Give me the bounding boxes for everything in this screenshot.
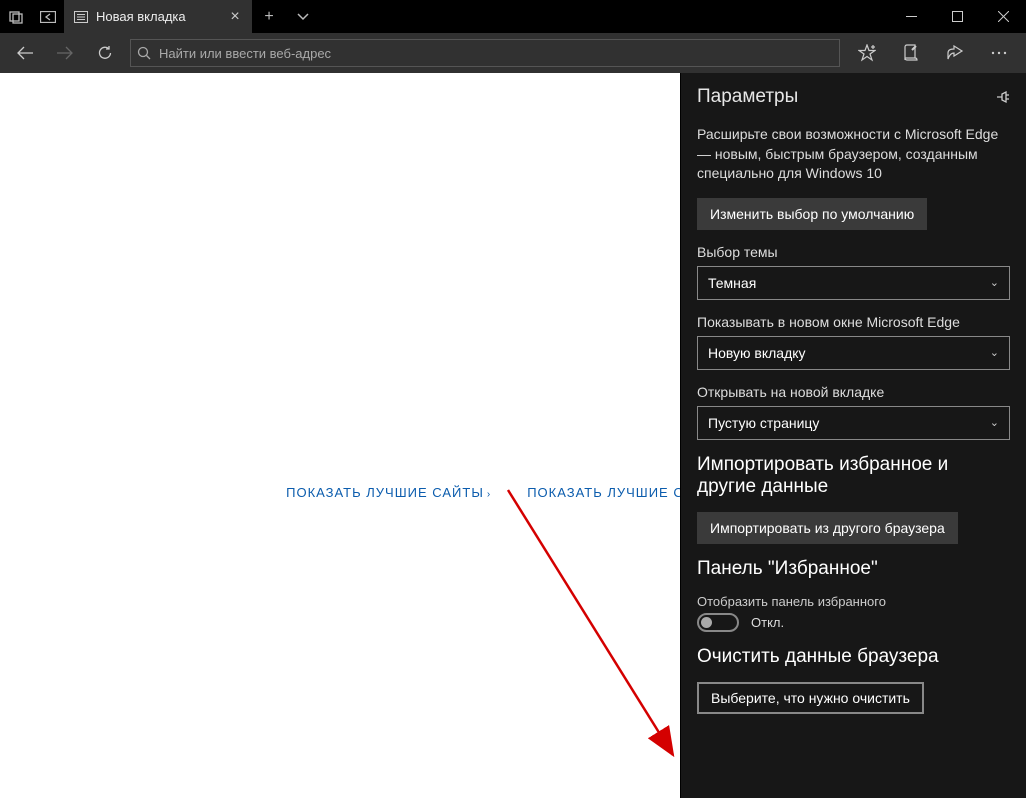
page-icon [74, 11, 88, 23]
change-default-button[interactable]: Изменить выбор по умолчанию [697, 198, 927, 230]
pin-icon[interactable] [996, 90, 1010, 104]
toolbar: Найти или ввести веб-адрес [0, 33, 1026, 73]
new-tab-value: Пустую страницу [708, 415, 819, 431]
chevron-down-icon: ⌄ [990, 416, 999, 429]
virtual-desktop-icon[interactable] [32, 0, 64, 33]
title-bar: Новая вкладка × + [0, 0, 1026, 33]
favorites-toggle-label: Отобразить панель избранного [697, 594, 1010, 609]
chevron-down-icon: ⌄ [990, 276, 999, 289]
more-icon[interactable] [978, 33, 1020, 73]
theme-select[interactable]: Темная ⌄ [697, 266, 1010, 300]
address-bar[interactable]: Найти или ввести веб-адрес [130, 39, 840, 67]
new-tab-select[interactable]: Пустую страницу ⌄ [697, 406, 1010, 440]
task-view-icon[interactable] [0, 0, 32, 33]
favorites-toggle-state: Откл. [751, 615, 784, 630]
refresh-button[interactable] [86, 33, 124, 73]
tab-title: Новая вкладка [96, 9, 186, 24]
promo-text: Расширьте свои возможности с Microsoft E… [697, 125, 1010, 184]
theme-label: Выбор темы [697, 244, 1010, 260]
forward-button[interactable] [46, 33, 84, 73]
panel-title: Параметры [697, 86, 798, 108]
address-placeholder: Найти или ввести веб-адрес [159, 46, 331, 61]
browser-tab[interactable]: Новая вкладка × [64, 0, 252, 33]
clear-data-button[interactable]: Выберите, что нужно очистить [697, 682, 924, 714]
show-top-sites-link[interactable]: ПОКАЗАТЬ ЛУЧШИЕ САЙТЫ› [280, 481, 497, 504]
theme-value: Темная [708, 275, 756, 291]
minimize-button[interactable] [888, 0, 934, 33]
settings-panel: Параметры Расширьте свои возможности с M… [680, 73, 1026, 798]
tab-preview-icon[interactable] [286, 0, 320, 33]
back-button[interactable] [6, 33, 44, 73]
favorites-toggle[interactable] [697, 613, 739, 632]
new-window-value: Новую вкладку [708, 345, 806, 361]
favorites-icon[interactable] [846, 33, 888, 73]
clear-data-heading: Очистить данные браузера [697, 646, 1010, 668]
window-controls [888, 0, 1026, 33]
close-tab-icon[interactable]: × [226, 9, 244, 25]
reading-list-icon[interactable] [890, 33, 932, 73]
new-tab-label: Открывать на новой вкладке [697, 384, 1010, 400]
close-window-button[interactable] [980, 0, 1026, 33]
chevron-right-icon: › [487, 489, 491, 500]
favorites-heading: Панель "Избранное" [697, 558, 1010, 580]
share-icon[interactable] [934, 33, 976, 73]
import-heading: Импортировать избранное и другие данные [697, 454, 1010, 498]
new-window-select[interactable]: Новую вкладку ⌄ [697, 336, 1010, 370]
panel-header: Параметры [681, 73, 1026, 121]
maximize-button[interactable] [934, 0, 980, 33]
new-tab-button[interactable]: + [252, 0, 286, 33]
new-window-label: Показывать в новом окне Microsoft Edge [697, 314, 1010, 330]
search-icon [137, 46, 151, 60]
chevron-down-icon: ⌄ [990, 346, 999, 359]
import-button[interactable]: Импортировать из другого браузера [697, 512, 958, 544]
